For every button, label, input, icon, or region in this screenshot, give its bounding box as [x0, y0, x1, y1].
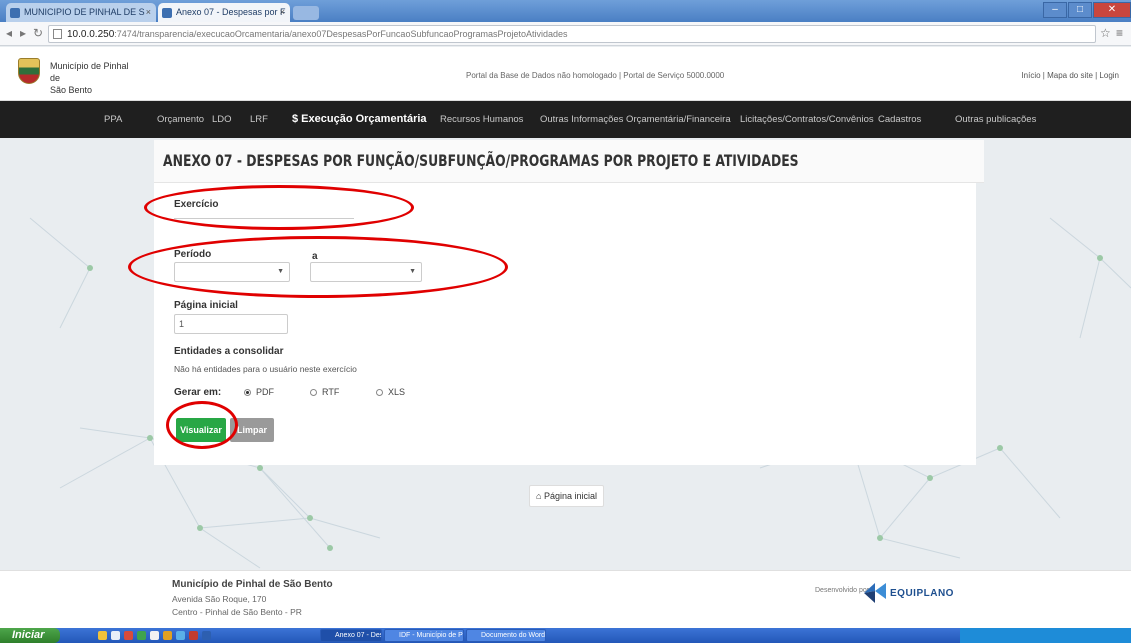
quicklaunch-icon[interactable] [150, 631, 159, 640]
home-button-label: Página inicial [543, 491, 597, 501]
header-links[interactable]: Início | Mapa do site | Login [1021, 71, 1119, 80]
periodo-fim-select[interactable]: ▼ [310, 262, 422, 282]
nav-item-orcamento[interactable]: Orçamento [157, 101, 204, 138]
exercicio-label: Exercício [174, 199, 219, 210]
star-icon[interactable]: ☆ [1100, 26, 1111, 40]
browser-tab-title: Anexo 07 - Despesas por F [176, 7, 286, 17]
footer-city: Centro - Pinhal de São Bento - PR [172, 607, 302, 617]
chevron-down-icon: ▼ [277, 268, 284, 275]
footer-address: Avenida São Roque, 170 [172, 594, 267, 604]
taskbar-item[interactable]: Anexo 07 - Despesas [320, 629, 382, 642]
radio-selected-icon [244, 389, 251, 396]
municipality-name-line2: São Bento [50, 85, 93, 95]
menu-icon[interactable]: ≡ [1116, 26, 1123, 40]
format-rtf-label: RTF [322, 387, 340, 397]
nav-item-cadastros[interactable]: Cadastros [878, 101, 921, 138]
new-tab-button[interactable] [293, 6, 319, 20]
quicklaunch-icon[interactable] [111, 631, 120, 640]
format-radio-rtf[interactable]: RTF [310, 387, 339, 397]
address-bar[interactable]: 10.0.0.250:7474/transparencia/execucaoOr… [48, 25, 1096, 43]
equiplano-logo-icon [864, 583, 886, 603]
favicon-icon [10, 8, 20, 18]
minimize-icon[interactable]: – [1043, 2, 1067, 18]
page-icon [53, 29, 62, 39]
windows-taskbar: Iniciar Anexo 07 - Despesas IDF - Municí… [0, 628, 1131, 643]
quicklaunch-icon[interactable] [124, 631, 133, 640]
quicklaunch-icon[interactable] [98, 631, 107, 640]
format-radio-xls[interactable]: XLS [376, 387, 405, 397]
developer-logo-text: EQUIPLANO [890, 588, 954, 599]
radio-icon [376, 389, 383, 396]
entidades-label: Entidades a consolidar [174, 346, 284, 357]
pagina-inicial-label: Página inicial [174, 300, 238, 311]
home-icon: ⌂ [536, 491, 544, 501]
format-radio-pdf[interactable]: PDF [244, 387, 274, 397]
start-button[interactable]: Iniciar [0, 628, 60, 643]
quicklaunch-icon[interactable] [176, 631, 185, 640]
nav-item-lrf[interactable]: LRF [250, 101, 268, 138]
nav-item-outras-publicacoes[interactable]: Outras publicações [955, 101, 1036, 138]
periodo-inicio-select[interactable]: ▼ [174, 262, 290, 282]
nav-item-ldo[interactable]: LDO [212, 101, 232, 138]
entidades-hint: Não há entidades para o usuário neste ex… [174, 364, 357, 374]
limpar-button[interactable]: Limpar [230, 418, 274, 442]
quicklaunch-icon[interactable] [163, 631, 172, 640]
gerar-em-label: Gerar em: [174, 387, 222, 398]
forward-icon[interactable]: ▸ [20, 26, 26, 40]
browser-toolbar: ◂ ▸ ↻ 10.0.0.250:7474/transparencia/exec… [0, 22, 1131, 46]
close-tab-icon[interactable]: × [146, 3, 151, 22]
periodo-label: Período [174, 249, 212, 260]
header-info: Portal da Base de Dados não homologado |… [466, 71, 725, 80]
browser-tabbar: MUNICIPIO DE PINHAL DE S × Anexo 07 - De… [0, 0, 1131, 22]
quicklaunch-icon[interactable] [202, 631, 211, 640]
format-xls-label: XLS [388, 387, 406, 397]
browser-tab-2[interactable]: Anexo 07 - Despesas por F × [158, 3, 290, 22]
municipality-name-line1: Município de Pinhal de [50, 61, 129, 83]
quicklaunch-icon[interactable] [189, 631, 198, 640]
site-header: Município de Pinhal de São Bento Portal … [0, 47, 1131, 101]
main-nav: PPA Orçamento LDO LRF $ Execução Orçamen… [0, 101, 1131, 138]
developer-label: Desenvolvido por [815, 587, 870, 594]
maximize-icon[interactable]: □ [1068, 2, 1092, 18]
close-tab-icon[interactable]: × [280, 3, 285, 22]
nav-item-ppa[interactable]: PPA [104, 101, 122, 138]
close-window-icon[interactable]: ✕ [1093, 2, 1131, 18]
site-footer: Município de Pinhal de São Bento Avenida… [0, 570, 1131, 628]
nav-item-outras-informacoes[interactable]: Outras Informações Orçamentária/Financei… [540, 101, 731, 138]
reload-icon[interactable]: ↻ [33, 26, 43, 40]
taskbar-item[interactable]: IDF - Município de Pi... [384, 629, 464, 642]
pagina-inicial-input[interactable]: 1 [174, 314, 288, 334]
url-host: 10.0.0.250 [67, 29, 115, 40]
periodo-a-label: a [312, 251, 318, 262]
taskbar-item[interactable]: Documento do Word [466, 629, 546, 642]
chevron-down-icon: ▼ [409, 268, 416, 275]
visualizar-button[interactable]: Visualizar [176, 418, 226, 442]
nav-item-recursos-humanos[interactable]: Recursos Humanos [440, 101, 523, 138]
format-pdf-label: PDF [256, 387, 274, 397]
page-title-area: ANEXO 07 - DESPESAS POR FUNÇÃO/SUBFUNÇÃO… [154, 140, 984, 183]
back-icon[interactable]: ◂ [6, 26, 12, 40]
favicon-icon [162, 8, 172, 18]
home-button[interactable]: ⌂ Página inicial [529, 485, 604, 507]
nav-item-execucao-orcamentaria[interactable]: $ Execução Orçamentária [292, 101, 427, 138]
exercicio-field[interactable] [174, 218, 354, 219]
municipality-name[interactable]: Município de Pinhal de São Bento [50, 60, 130, 96]
system-tray[interactable] [960, 628, 1131, 643]
footer-title: Município de Pinhal de São Bento [172, 579, 333, 590]
page-title: ANEXO 07 - DESPESAS POR FUNÇÃO/SUBFUNÇÃO… [163, 151, 799, 170]
municipal-crest-icon [18, 58, 40, 84]
url-path: :7474/transparencia/execucaoOrcamentaria… [114, 29, 568, 39]
browser-tab-1[interactable]: MUNICIPIO DE PINHAL DE S × [6, 3, 156, 22]
radio-icon [310, 389, 317, 396]
nav-item-licitacoes[interactable]: Licitações/Contratos/Convênios [740, 101, 874, 138]
quicklaunch-icon[interactable] [137, 631, 146, 640]
browser-tab-title: MUNICIPIO DE PINHAL DE S [24, 7, 145, 17]
